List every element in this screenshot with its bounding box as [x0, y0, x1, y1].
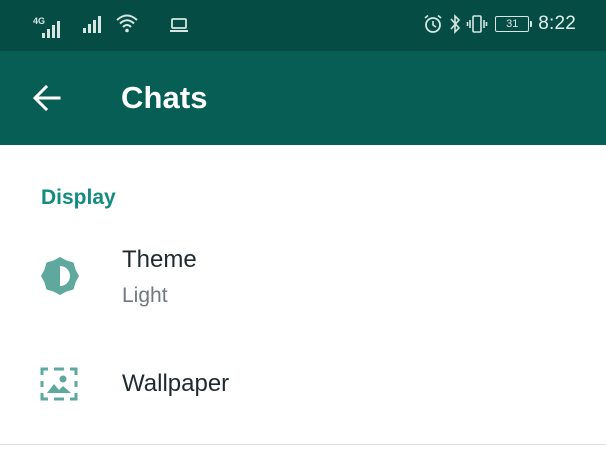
section-divider: [0, 444, 606, 445]
battery-level: 31: [506, 18, 519, 30]
cellular-signal-2: [83, 15, 105, 38]
setting-subtitle-theme: Light: [122, 284, 168, 307]
alarm-icon: [424, 14, 442, 33]
back-button[interactable]: [24, 78, 70, 118]
setting-item-wallpaper[interactable]: Wallpaper: [0, 340, 606, 428]
battery-indicator: 31: [495, 16, 533, 32]
theme-icon: [40, 256, 80, 301]
wifi-status: [115, 13, 139, 38]
bluetooth-icon: [450, 14, 461, 34]
status-time: 8:22: [538, 13, 576, 34]
vibrate-icon: [466, 15, 488, 33]
cellular-signal-1: 4G: [33, 17, 65, 38]
setting-title-theme: Theme: [122, 246, 197, 273]
laptop-icon: [170, 18, 188, 32]
signal-bars-icon: [83, 16, 101, 33]
wifi-icon: [116, 14, 138, 33]
signal-bars-icon: [42, 21, 60, 38]
wallpaper-icon: [40, 367, 78, 406]
status-bar: 4G 31 8:22: [0, 0, 606, 51]
page-title: Chats: [121, 80, 208, 115]
setting-title-wallpaper: Wallpaper: [122, 370, 230, 397]
status-right-icons: 31 8:22: [423, 13, 576, 35]
app-bar: Chats: [0, 51, 606, 145]
arrow-back-icon: [32, 85, 61, 111]
section-header-display: Display: [41, 186, 116, 209]
setting-item-theme[interactable]: Theme Light: [0, 232, 606, 324]
status-left-icons: 4G: [33, 13, 189, 38]
laptop-status: [169, 17, 189, 38]
